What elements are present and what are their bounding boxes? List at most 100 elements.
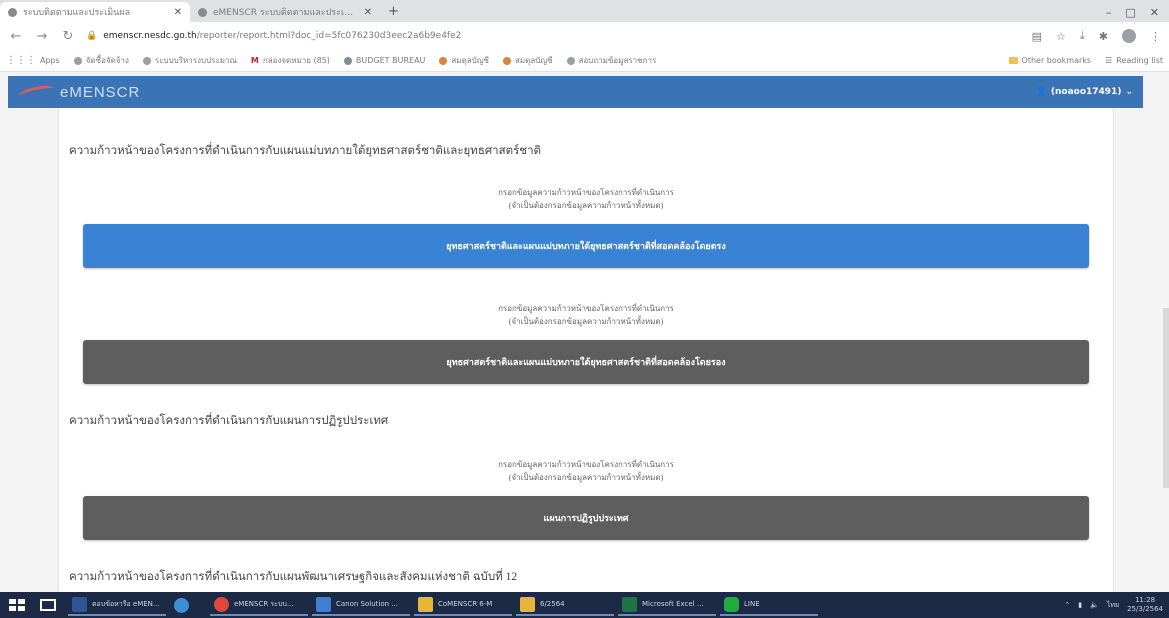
primary-strategy-button[interactable]: ยุทธศาสตร์ชาติและแผนแม่บทภายใต้ยุทธศาสตร… <box>83 224 1089 268</box>
clock-date: 25/3/2564 <box>1127 605 1163 613</box>
national-reform-button[interactable]: แผนการปฏิรูปประเทศ <box>83 496 1089 540</box>
close-icon[interactable]: ✕ <box>364 7 372 18</box>
hint-line: (จำเป็นต้องกรอกข้อมูลความก้าวหน้าทั้งหมด… <box>508 201 664 210</box>
hint-line: กรอกข้อมูลความก้าวหน้าของโครงการที่ดำเนิ… <box>498 304 674 313</box>
lock-icon: 🔒 <box>86 31 98 41</box>
tab-title: eMENSCR ระบบติดตามและประเมินผล <box>213 8 358 18</box>
folder-icon <box>520 596 535 612</box>
bookmark-item[interactable]: สมดุลบัญชี <box>502 54 553 67</box>
new-tab-button[interactable]: + <box>380 2 407 22</box>
app-header: eMENSCR 👤 (noaoo17491) ⌄ <box>8 76 1143 108</box>
bookmark-item[interactable]: สอบถามข้อมูลราชการ <box>566 54 657 67</box>
browser-toolbar: ▤ ☆ ⤓ ✱ ⋮ <box>1032 29 1161 43</box>
user-icon: 👤 <box>1035 87 1047 97</box>
hint-text: กรอกข้อมูลความก้าวหน้าของโครงการที่ดำเนิ… <box>83 302 1089 328</box>
bookmark-item[interactable]: สมดุลบัญชี <box>439 54 489 67</box>
canon-icon <box>316 596 331 612</box>
orange-dot-icon <box>439 56 448 65</box>
bookmark-label: Apps <box>40 56 60 65</box>
bookmark-item[interactable]: BUDGET BUREAU <box>343 56 426 65</box>
profile-avatar[interactable] <box>1122 29 1136 43</box>
gmail-icon: M <box>250 56 259 65</box>
report-panel: ความก้าวหน้าของโครงการที่ดำเนินการกับแผน… <box>58 108 1114 592</box>
hint-text: กรอกข้อมูลความก้าวหน้าของโครงการที่ดำเนิ… <box>83 458 1089 484</box>
bookmark-label: กล่องจดหมาย (85) <box>262 56 330 65</box>
volume-icon[interactable]: 🔈 <box>1090 601 1099 609</box>
bookmark-item[interactable]: ระบบบริหารงบประมาณ <box>142 54 237 67</box>
logo-text: eMENSCR <box>60 83 141 101</box>
hint-line: (จำเป็นต้องกรอกข้อมูลความก้าวหน้าทั้งหมด… <box>508 317 664 326</box>
back-arrow-icon[interactable]: ← <box>8 29 24 44</box>
url-input[interactable]: 🔒 emenscr.nesdc.go.th/reporter/report.ht… <box>86 25 1022 47</box>
reload-icon[interactable]: ↻ <box>60 29 76 44</box>
bookmark-label: สมดุลบัญชี <box>451 56 489 65</box>
bookmark-label: จัดซื้อจัดจ้าง <box>85 56 129 65</box>
excel-icon <box>622 596 637 612</box>
line-icon <box>724 596 739 612</box>
browser-tab-bar: ระบบติดตามและประเมินผล ✕ eMENSCR ระบบติด… <box>0 0 1169 22</box>
globe-icon <box>8 7 17 17</box>
reader-mode-icon[interactable]: ▤ <box>1032 30 1042 43</box>
bookmark-label: สอบถามข้อมูลราชการ <box>578 56 657 65</box>
windows-start-icon[interactable] <box>6 596 28 614</box>
taskbar-item-chrome[interactable]: eMENSCR ระบบ... <box>210 594 308 616</box>
system-clock[interactable]: 11:28 25/3/2564 <box>1127 596 1163 614</box>
bookmark-item[interactable]: M กล่องจดหมาย (85) <box>251 54 330 67</box>
taskbar-item-folder[interactable]: 6/2564 <box>516 594 614 616</box>
minimize-button[interactable]: – <box>1106 6 1112 19</box>
bookmark-apps[interactable]: ⋮⋮⋮ Apps <box>6 55 60 66</box>
taskbar-label: 6/2564 <box>540 600 565 608</box>
maximize-button[interactable]: □ <box>1125 6 1135 19</box>
edge-icon <box>174 597 189 613</box>
forward-arrow-icon[interactable]: → <box>34 29 50 44</box>
taskbar-item-folder[interactable]: CoMENSCR 6-M <box>414 594 512 616</box>
secondary-strategy-button[interactable]: ยุทธศาสตร์ชาติและแผนแม่บทภายใต้ยุทธศาสตร… <box>83 340 1089 384</box>
chrome-icon <box>214 596 229 612</box>
task-view-icon[interactable] <box>40 599 56 611</box>
globe-icon <box>566 56 575 65</box>
network-icon[interactable]: ▮ <box>1078 601 1082 609</box>
input-language[interactable]: ไทย <box>1107 600 1119 611</box>
reading-list[interactable]: ☰ Reading list <box>1105 56 1163 65</box>
bookmark-label: BUDGET BUREAU <box>355 56 426 65</box>
section-title-reform: ความก้าวหน้าของโครงการที่ดำเนินการกับแผน… <box>69 415 389 427</box>
word-icon <box>72 596 87 612</box>
taskbar-item-line[interactable]: LINE <box>720 594 818 616</box>
orange-dot-icon <box>502 56 511 65</box>
close-icon[interactable]: ✕ <box>174 7 182 18</box>
clock-time: 11:28 <box>1134 596 1156 604</box>
apps-grid-icon: ⋮⋮⋮ <box>6 55 36 66</box>
globe-icon <box>73 56 82 65</box>
bookmark-item[interactable]: จัดซื้อจัดจ้าง <box>73 54 129 67</box>
taskbar-item-canon[interactable]: Canon Solution ... <box>312 594 410 616</box>
taskbar-item-word[interactable]: ตอบข้อหารือ eMEN... <box>68 594 166 616</box>
section-title-strategy: ความก้าวหน้าของโครงการที่ดำเนินการกับแผน… <box>69 145 541 157</box>
hint-line: กรอกข้อมูลความก้าวหน้าของโครงการที่ดำเนิ… <box>498 460 674 469</box>
taskbar-item-excel[interactable]: Microsoft Excel ... <box>618 594 716 616</box>
star-icon[interactable]: ☆ <box>1056 30 1066 43</box>
bookmarks-right: Other bookmarks ☰ Reading list <box>1008 56 1163 65</box>
user-menu[interactable]: 👤 (noaoo17491) ⌄ <box>1036 87 1133 97</box>
other-bookmarks[interactable]: Other bookmarks <box>1008 56 1092 65</box>
taskbar-item-edge[interactable] <box>170 594 206 616</box>
taskbar-label: ตอบข้อหารือ eMEN... <box>92 599 160 608</box>
taskbar-label: Microsoft Excel ... <box>642 600 704 608</box>
system-tray: ⌃ ▮ 🔈 ไทย 11:28 25/3/2564 <box>1064 596 1163 614</box>
close-window-button[interactable]: ✕ <box>1150 6 1159 19</box>
logo-swoosh-icon <box>17 83 55 101</box>
bookmark-label: สมดุลบัญชี <box>514 56 553 65</box>
extensions-icon[interactable]: ✱ <box>1099 30 1108 43</box>
url-host: emenscr.nesdc.go.th <box>103 31 197 41</box>
kebab-menu-icon[interactable]: ⋮ <box>1150 30 1161 43</box>
browser-tab[interactable]: eMENSCR ระบบติดตามและประเมินผล ✕ <box>190 2 380 22</box>
other-bookmarks-label: Other bookmarks <box>1021 56 1092 65</box>
chevron-up-icon[interactable]: ⌃ <box>1064 601 1070 609</box>
reading-list-label: Reading list <box>1116 56 1163 65</box>
chevron-down-icon: ⌄ <box>1125 87 1133 97</box>
bookmark-label: ระบบบริหารงบประมาณ <box>154 56 237 65</box>
browser-tab-active[interactable]: ระบบติดตามและประเมินผล ✕ <box>0 2 190 22</box>
bookmarks-bar: ⋮⋮⋮ Apps จัดซื้อจัดจ้าง ระบบบริหารงบประม… <box>0 50 1169 72</box>
app-logo[interactable]: eMENSCR <box>17 83 141 101</box>
scrollbar[interactable] <box>1163 308 1169 488</box>
download-icon[interactable]: ⤓ <box>1080 29 1085 43</box>
